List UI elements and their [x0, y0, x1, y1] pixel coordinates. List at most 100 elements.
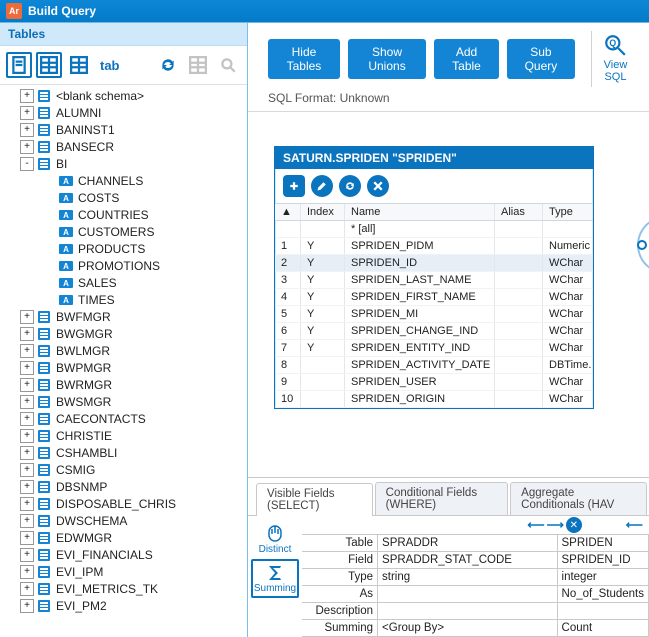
show-unions-button[interactable]: Show Unions [348, 39, 426, 79]
column-row[interactable]: 2YSPRIDEN_IDWChar [275, 255, 593, 272]
expand-icon[interactable]: + [20, 582, 34, 596]
expand-icon[interactable]: + [20, 123, 34, 137]
tab-button[interactable]: tab [96, 52, 124, 78]
tree-node[interactable]: +BWPMGR [2, 359, 247, 376]
expand-icon[interactable]: + [20, 140, 34, 154]
cell-as-1[interactable]: No_of_Students [557, 586, 648, 603]
col-alias[interactable]: Alias [495, 204, 543, 220]
expand-icon[interactable]: + [20, 89, 34, 103]
tree-node[interactable]: +BWFMGR [2, 308, 247, 325]
add-field-icon[interactable] [283, 175, 305, 197]
nav-left-icon[interactable]: ⟵ [527, 518, 544, 532]
expand-icon[interactable]: + [20, 480, 34, 494]
sub-query-button[interactable]: Sub Query [507, 39, 575, 79]
tree-node[interactable]: +CSMIG [2, 461, 247, 478]
column-row[interactable]: 1YSPRIDEN_PIDMNumeric [275, 238, 593, 255]
tree-node[interactable]: +BWGMGR [2, 325, 247, 342]
tree-node[interactable]: +EVI_METRICS_TK [2, 580, 247, 597]
column-row[interactable]: 9SPRIDEN_USERWChar [275, 374, 593, 391]
tree-node[interactable]: +DISPOSABLE_CHRIS [2, 495, 247, 512]
cell-summing-1[interactable]: Count [557, 620, 648, 637]
tree-node[interactable]: COUNTRIES [2, 206, 247, 223]
col-type[interactable]: Type [543, 204, 593, 220]
tree-node[interactable]: SALES [2, 274, 247, 291]
expand-icon[interactable]: + [20, 565, 34, 579]
nav-close-icon[interactable]: ✕ [566, 517, 582, 533]
column-row[interactable]: 4YSPRIDEN_FIRST_NAMEWChar [275, 289, 593, 306]
expand-icon[interactable]: + [20, 412, 34, 426]
expand-icon[interactable]: + [20, 497, 34, 511]
tree-node[interactable]: COSTS [2, 189, 247, 206]
table-refresh-icon[interactable] [339, 175, 361, 197]
cell-type-1[interactable]: integer [557, 569, 648, 586]
tree-node[interactable]: +BANINST1 [2, 121, 247, 138]
column-row[interactable]: 6YSPRIDEN_CHANGE_INDWChar [275, 323, 593, 340]
tab-visible-fields[interactable]: Visible Fields (SELECT) [256, 483, 373, 516]
tree-node[interactable]: +EVI_PM2 [2, 597, 247, 614]
add-table-button[interactable]: Add Table [434, 39, 499, 79]
refresh-icon[interactable] [155, 52, 181, 78]
cell-desc-0[interactable] [378, 603, 557, 620]
tab-conditional-fields[interactable]: Conditional Fields (WHERE) [375, 482, 509, 515]
expand-icon[interactable]: - [20, 157, 34, 171]
expand-icon[interactable]: + [20, 378, 34, 392]
cell-summing-0[interactable]: <Group By> [378, 620, 557, 637]
cell-field-1[interactable]: SPRIDEN_ID [557, 552, 648, 569]
tree-node[interactable]: -BI [2, 155, 247, 172]
tree-node[interactable]: +DWSCHEMA [2, 512, 247, 529]
column-row[interactable]: * [all] [275, 221, 593, 238]
tree-node[interactable]: +CHRISTIE [2, 427, 247, 444]
table-title[interactable]: SATURN.SPRIDEN "SPRIDEN" [275, 147, 593, 169]
expand-icon[interactable]: + [20, 531, 34, 545]
tree-node[interactable]: +BWRMGR [2, 376, 247, 393]
tree-node[interactable]: CUSTOMERS [2, 223, 247, 240]
col-sort-icon[interactable]: ▲ [275, 204, 301, 220]
expand-icon[interactable]: + [20, 395, 34, 409]
tree-node[interactable]: CHANNELS [2, 172, 247, 189]
cell-table-1[interactable]: SPRIDEN [557, 535, 648, 552]
tree-node[interactable]: PRODUCTS [2, 240, 247, 257]
tree-node[interactable]: TIMES [2, 291, 247, 308]
expand-icon[interactable]: + [20, 344, 34, 358]
expand-icon[interactable]: + [20, 310, 34, 324]
col-index[interactable]: Index [301, 204, 345, 220]
view-grid-icon[interactable] [36, 52, 62, 78]
expand-icon[interactable]: + [20, 327, 34, 341]
cell-table-0[interactable]: SPRADDR [378, 535, 557, 552]
expand-icon[interactable]: + [20, 361, 34, 375]
tree-node[interactable]: PROMOTIONS [2, 257, 247, 274]
tree-node[interactable]: +BANSECR [2, 138, 247, 155]
tree-node[interactable]: +ALUMNI [2, 104, 247, 121]
search-icon[interactable] [215, 52, 241, 78]
cell-desc-1[interactable] [557, 603, 648, 620]
column-row[interactable]: 8SPRIDEN_ACTIVITY_DATEDBTime... [275, 357, 593, 374]
tree-node[interactable]: +EDWMGR [2, 529, 247, 546]
tree-node[interactable]: +BWLMGR [2, 342, 247, 359]
view-list-icon[interactable] [6, 52, 32, 78]
expand-icon[interactable]: + [20, 106, 34, 120]
join-node[interactable] [637, 240, 647, 250]
query-canvas[interactable]: SATURN.SPRIDEN "SPRIDEN" ▲ Index Name Al… [248, 111, 649, 477]
tree-node[interactable]: +DBSNMP [2, 478, 247, 495]
column-row[interactable]: 5YSPRIDEN_MIWChar [275, 306, 593, 323]
expand-icon[interactable]: + [20, 446, 34, 460]
cell-as-0[interactable] [378, 586, 557, 603]
nav-left2-icon[interactable]: ⟵ [626, 518, 643, 532]
tree-node[interactable]: +EVI_FINANCIALS [2, 546, 247, 563]
tree-node[interactable]: +CAECONTACTS [2, 410, 247, 427]
cell-type-0[interactable]: string [378, 569, 557, 586]
view-grid2-icon[interactable] [66, 52, 92, 78]
distinct-button[interactable]: Distinct [251, 522, 299, 557]
summing-button[interactable]: Summing [251, 559, 299, 598]
expand-icon[interactable]: + [20, 463, 34, 477]
tables-tree[interactable]: +<blank schema>+ALUMNI+BANINST1+BANSECR-… [0, 85, 247, 637]
column-row[interactable]: 3YSPRIDEN_LAST_NAMEWChar [275, 272, 593, 289]
expand-icon[interactable]: + [20, 599, 34, 613]
columns-grid[interactable]: * [all]1YSPRIDEN_PIDMNumeric2YSPRIDEN_ID… [275, 221, 593, 408]
tree-node[interactable]: +CSHAMBLI [2, 444, 247, 461]
expand-icon[interactable]: + [20, 548, 34, 562]
tab-aggregate[interactable]: Aggregate Conditionals (HAV [510, 482, 647, 515]
view-sql-button[interactable]: View SQL [591, 31, 639, 87]
tree-node[interactable]: +BWSMGR [2, 393, 247, 410]
column-row[interactable]: 7YSPRIDEN_ENTITY_INDWChar [275, 340, 593, 357]
